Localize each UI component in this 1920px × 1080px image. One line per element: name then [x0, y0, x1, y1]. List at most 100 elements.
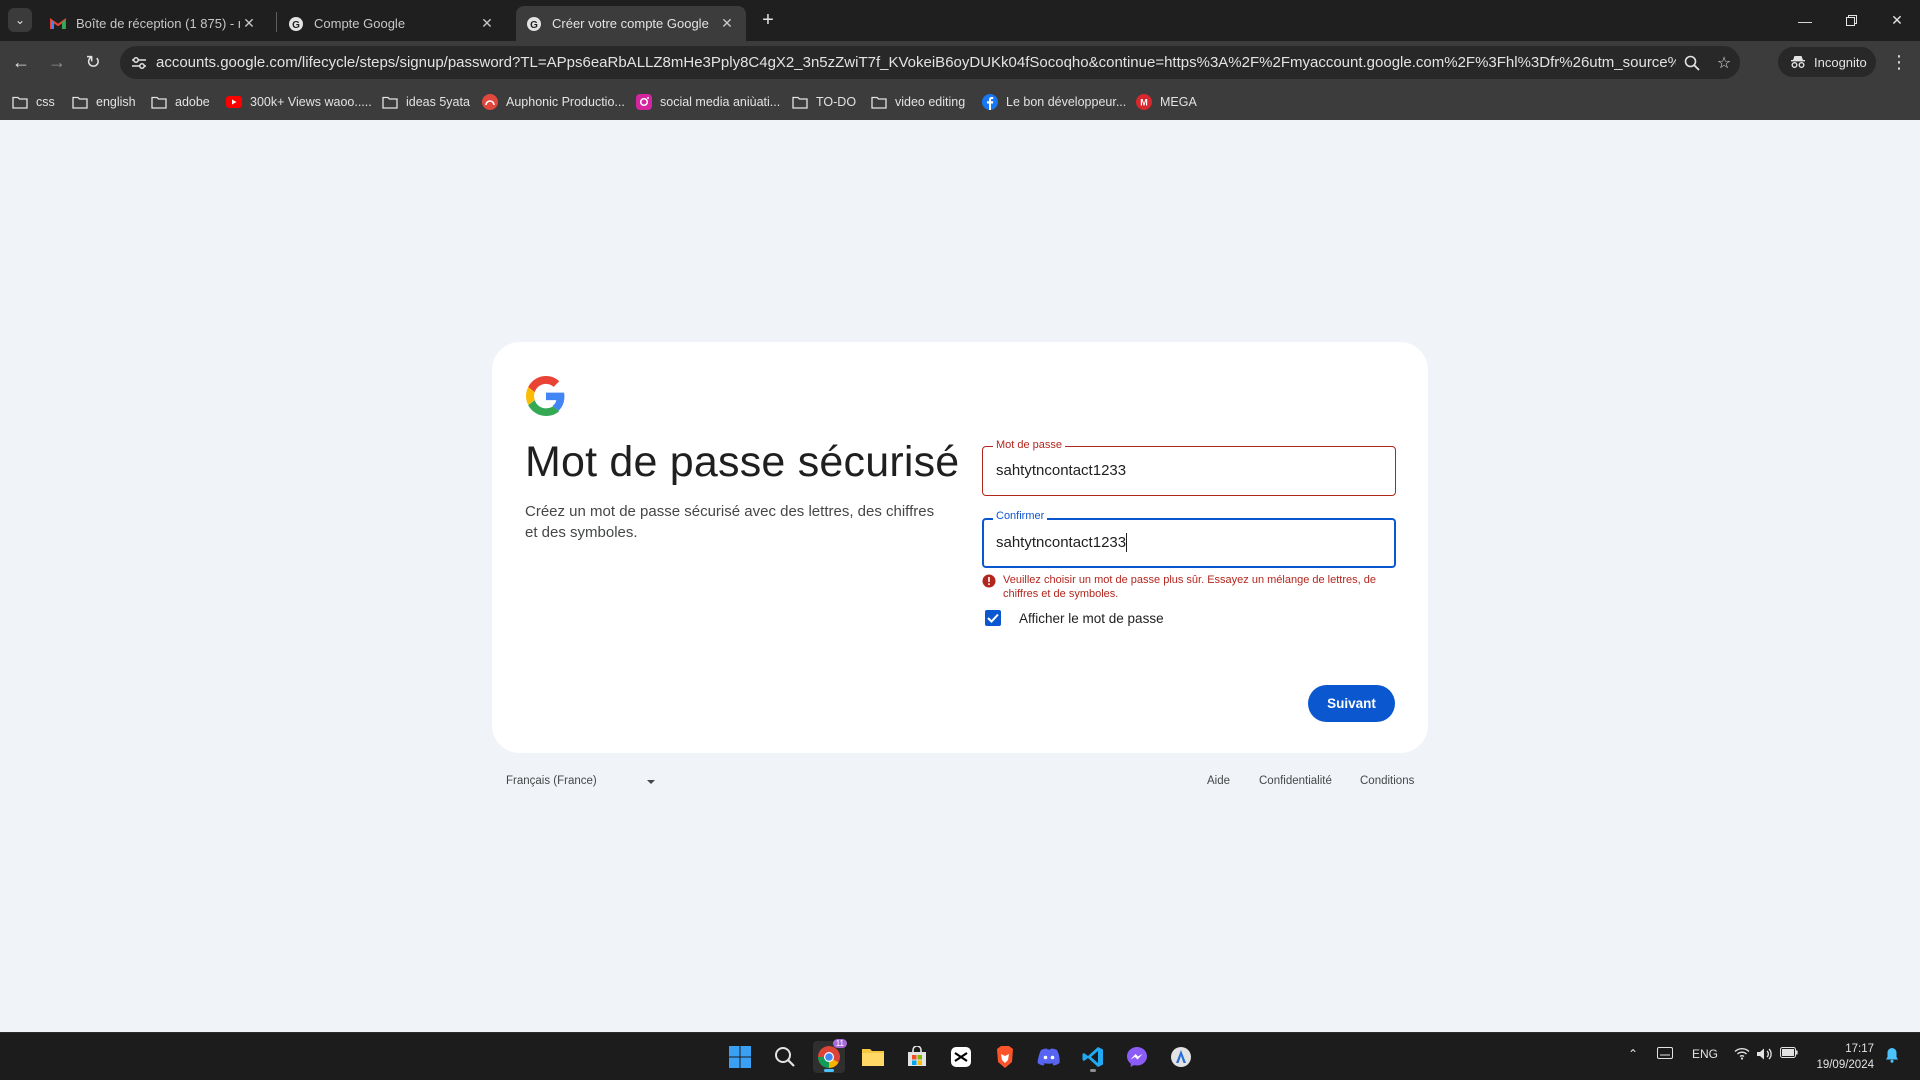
tab-search-button[interactable]: ⌄ [8, 8, 32, 32]
google-icon: G [288, 16, 304, 32]
clock-date: 19/09/2024 [1816, 1059, 1874, 1071]
capcut-icon[interactable] [945, 1041, 977, 1073]
bookmark-css[interactable]: css [12, 91, 55, 113]
tab-title: Boîte de réception (1 875) - me [76, 16, 240, 31]
zoom-icon[interactable] [1682, 53, 1702, 73]
dropdown-arrow-icon[interactable] [647, 780, 655, 784]
forward-button[interactable]: → [42, 47, 72, 77]
bookmark-label: social media aniùati... [660, 95, 781, 109]
bookmark-auphonic[interactable]: Auphonic Productio... [482, 91, 625, 113]
svg-text:G: G [292, 20, 300, 31]
bookmark-label: english [96, 95, 136, 109]
messenger-icon[interactable] [1121, 1041, 1153, 1073]
battery-icon[interactable] [1778, 1047, 1800, 1058]
youtube-icon [226, 94, 242, 110]
tab-gmail[interactable]: Boîte de réception (1 875) - me ✕ [40, 6, 268, 41]
notification-bell-icon[interactable] [1882, 1047, 1902, 1063]
show-password-toggle[interactable]: Afficher le mot de passe [982, 610, 1164, 626]
restore-button[interactable] [1828, 0, 1874, 41]
close-tab-icon[interactable]: ✕ [240, 15, 258, 33]
input-language[interactable]: ENG [1690, 1047, 1720, 1061]
incognito-icon [1791, 56, 1805, 68]
bookmark-star-icon[interactable]: ☆ [1714, 53, 1734, 73]
next-button[interactable]: Suivant [1308, 685, 1395, 722]
close-tab-icon[interactable]: ✕ [718, 15, 736, 33]
confirm-password-input[interactable] [996, 534, 1376, 551]
brave-icon[interactable] [989, 1041, 1021, 1073]
browser-title-bar: ⌄ Boîte de réception (1 875) - me ✕ G Co… [0, 0, 1920, 41]
wifi-icon[interactable] [1732, 1047, 1752, 1060]
active-indicator [824, 1069, 834, 1072]
reload-button[interactable]: ↻ [78, 47, 108, 77]
bookmark-youtube[interactable]: 300k+ Views waoo..... [226, 91, 372, 113]
reload-icon: ↻ [85, 51, 101, 72]
browser-toolbar: ← → ↻ accounts.google.com/lifecycle/step… [0, 41, 1920, 83]
bookmark-instagram[interactable]: social media aniùati... [636, 91, 780, 113]
language-selector[interactable]: Français (France) [506, 775, 597, 787]
discord-icon[interactable] [1033, 1041, 1065, 1073]
touch-keyboard-icon[interactable] [1655, 1047, 1675, 1059]
show-password-label[interactable]: Afficher le mot de passe [1019, 611, 1164, 626]
minimize-button[interactable]: — [1782, 0, 1828, 41]
chrome-badge: 11 [832, 1039, 847, 1048]
site-settings-icon[interactable] [130, 54, 148, 72]
arrow-left-icon: ← [12, 51, 30, 72]
text-cursor [1126, 533, 1127, 552]
close-window-button[interactable]: ✕ [1874, 0, 1920, 41]
checkmark-icon [987, 613, 999, 623]
tab-title: Compte Google [314, 16, 406, 31]
search-icon[interactable] [769, 1041, 801, 1073]
folder-icon [792, 94, 808, 110]
password-input[interactable] [996, 462, 1376, 479]
tab-compte-google[interactable]: G Compte Google ✕ [278, 6, 506, 41]
browser-menu-button[interactable]: ⋮ [1886, 49, 1912, 75]
bookmark-label: MEGA [1160, 95, 1197, 109]
folder-icon [12, 94, 28, 110]
bookmark-facebook[interactable]: Le bon développeur... [982, 91, 1126, 113]
password-error-message: Veuillez choisir un mot de passe plus sû… [982, 573, 1402, 601]
file-explorer-icon[interactable] [857, 1041, 889, 1073]
bookmark-label: Le bon développeur... [1006, 95, 1127, 109]
show-hidden-icons-chevron-up-icon[interactable]: ⌃ [1624, 1047, 1642, 1061]
tab-title: Créer votre compte Google [552, 16, 709, 31]
clock[interactable]: 17:17 19/09/2024 [1804, 1041, 1874, 1073]
windows-start-icon[interactable] [724, 1041, 756, 1073]
back-button[interactable]: ← [6, 47, 36, 77]
close-tab-icon[interactable]: ✕ [478, 15, 496, 33]
show-password-checkbox[interactable] [985, 610, 1001, 626]
chrome-icon[interactable]: 11 [813, 1039, 847, 1073]
restore-icon [1845, 15, 1857, 26]
app-icon[interactable] [1165, 1041, 1197, 1073]
password-field[interactable]: Mot de passe [982, 439, 1396, 496]
auphonic-icon [482, 94, 498, 110]
bookmark-todo[interactable]: TO-DO [792, 91, 856, 113]
instagram-icon [636, 94, 652, 110]
tab-creer-compte[interactable]: G Créer votre compte Google ✕ [516, 6, 746, 41]
confirm-password-field[interactable]: Confirmer [982, 510, 1396, 568]
bookmark-video-editing[interactable]: video editing [871, 91, 965, 113]
bookmark-adobe[interactable]: adobe [151, 91, 210, 113]
bookmark-ideas[interactable]: ideas 5yata [382, 91, 470, 113]
help-link[interactable]: Aide [1207, 775, 1230, 787]
bookmark-mega[interactable]: M MEGA [1136, 91, 1197, 113]
privacy-link[interactable]: Confidentialité [1259, 775, 1332, 787]
svg-text:G: G [530, 20, 538, 31]
terms-link[interactable]: Conditions [1360, 775, 1414, 787]
url-text[interactable]: accounts.google.com/lifecycle/steps/sign… [156, 54, 1676, 71]
incognito-indicator[interactable]: Incognito [1778, 47, 1876, 77]
bookmark-label: adobe [175, 95, 210, 109]
address-bar[interactable]: accounts.google.com/lifecycle/steps/sign… [120, 46, 1740, 79]
bookmarks-bar: css english adobe 300k+ Views waoo..... … [0, 83, 1920, 120]
bookmark-english[interactable]: english [72, 91, 136, 113]
vscode-icon[interactable] [1077, 1041, 1109, 1073]
running-indicator [1090, 1069, 1096, 1072]
bookmark-label: 300k+ Views waoo..... [250, 95, 372, 109]
page-title: Mot de passe sécurisé [525, 438, 960, 486]
page-description: Créez un mot de passe sécurisé avec des … [525, 503, 935, 541]
volume-icon[interactable] [1754, 1047, 1774, 1061]
arrow-right-icon: → [48, 51, 66, 72]
bookmark-label: video editing [895, 95, 966, 109]
new-tab-button[interactable]: + [756, 8, 780, 32]
microsoft-store-icon[interactable] [901, 1041, 933, 1073]
error-text: Veuillez choisir un mot de passe plus sû… [1003, 574, 1376, 600]
